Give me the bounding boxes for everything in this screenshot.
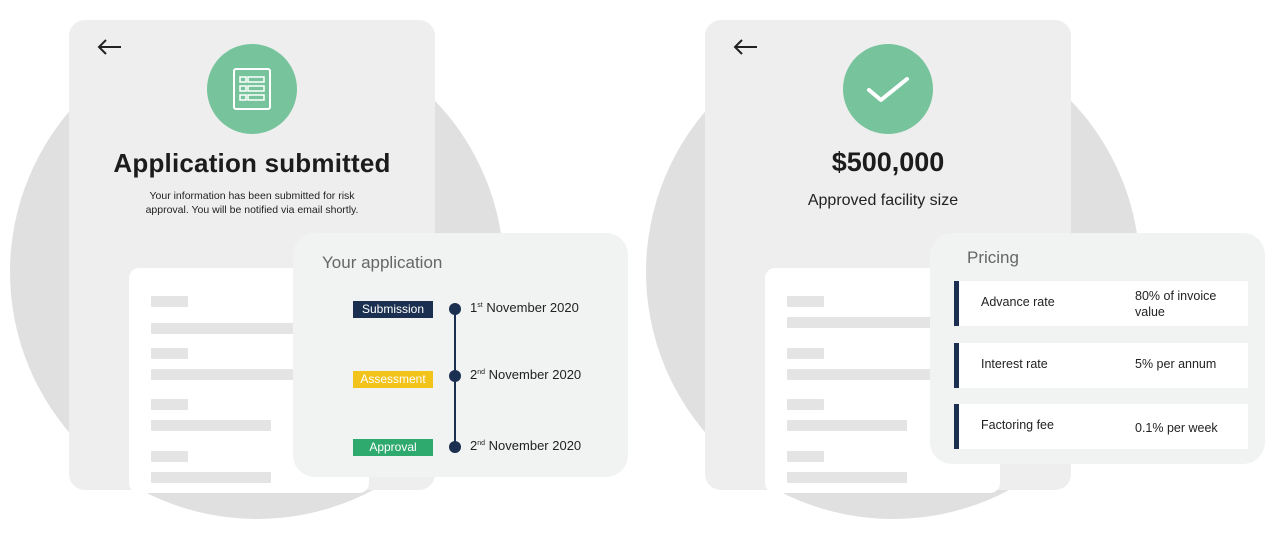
placeholder-line <box>151 399 188 410</box>
date-rest: November 2020 <box>486 300 579 315</box>
stage-badge-assessment: Assessment <box>353 371 433 388</box>
stage-date-assessment: 2nd November 2020 <box>470 367 581 382</box>
approved-amount: $500,000 <box>831 147 945 177</box>
timeline-dot <box>449 441 461 453</box>
placeholder-line <box>787 420 907 431</box>
application-title: Application submitted <box>113 148 391 178</box>
application-message: Your information has been submitted for … <box>145 190 359 216</box>
timeline-dot <box>449 303 461 315</box>
placeholder-line <box>787 451 824 462</box>
placeholder-line <box>787 348 824 359</box>
placeholder-line <box>787 472 907 483</box>
stage-date-submission: 1st November 2020 <box>470 300 579 315</box>
placeholder-line <box>787 296 824 307</box>
pricing-value: 0.1% per week <box>1135 421 1218 435</box>
stage-badge-submission: Submission <box>353 301 433 318</box>
pricing-row-factoring-fee: Factoring fee 0.1% per week <box>954 404 1248 449</box>
pricing-row-interest-rate: Interest rate 5% per annum <box>954 343 1248 388</box>
date-rest: November 2020 <box>488 438 582 453</box>
placeholder-line <box>151 420 271 431</box>
date-rest: November 2020 <box>488 367 582 382</box>
date-suffix: nd <box>477 440 486 447</box>
checkmark-icon <box>867 77 909 102</box>
your-application-title: Your application <box>322 253 443 272</box>
placeholder-line <box>151 348 188 359</box>
placeholder-line <box>787 399 824 410</box>
your-application-card: Your application Submission 1st November… <box>293 233 628 477</box>
pricing-label: Factoring fee <box>981 418 1054 432</box>
date-suffix: nd <box>477 369 486 376</box>
approved-amount-label: Approved facility size <box>807 192 959 209</box>
pricing-value: 80% of invoice value <box>1135 289 1217 319</box>
timeline-dot <box>449 370 461 382</box>
checkmark-icon-circle <box>843 44 933 134</box>
pricing-title: Pricing <box>967 248 1019 267</box>
application-form-icon-circle <box>207 44 297 134</box>
back-arrow-icon[interactable] <box>95 37 123 57</box>
pricing-label: Interest rate <box>981 357 1048 371</box>
placeholder-line <box>151 472 271 483</box>
stage-date-approval: 2nd November 2020 <box>470 438 581 453</box>
placeholder-line <box>151 296 188 307</box>
pricing-value: 5% per annum <box>1135 357 1217 371</box>
pricing-label: Advance rate <box>981 295 1055 309</box>
pricing-card: Pricing Advance rate 80% of invoice valu… <box>930 233 1265 464</box>
pricing-row-advance-rate: Advance rate 80% of invoice value <box>954 281 1248 326</box>
stage-badge-approval: Approval <box>353 439 433 456</box>
application-form-icon <box>233 68 271 110</box>
date-suffix: st <box>477 302 483 309</box>
back-arrow-icon[interactable] <box>731 37 759 57</box>
placeholder-line <box>151 451 188 462</box>
